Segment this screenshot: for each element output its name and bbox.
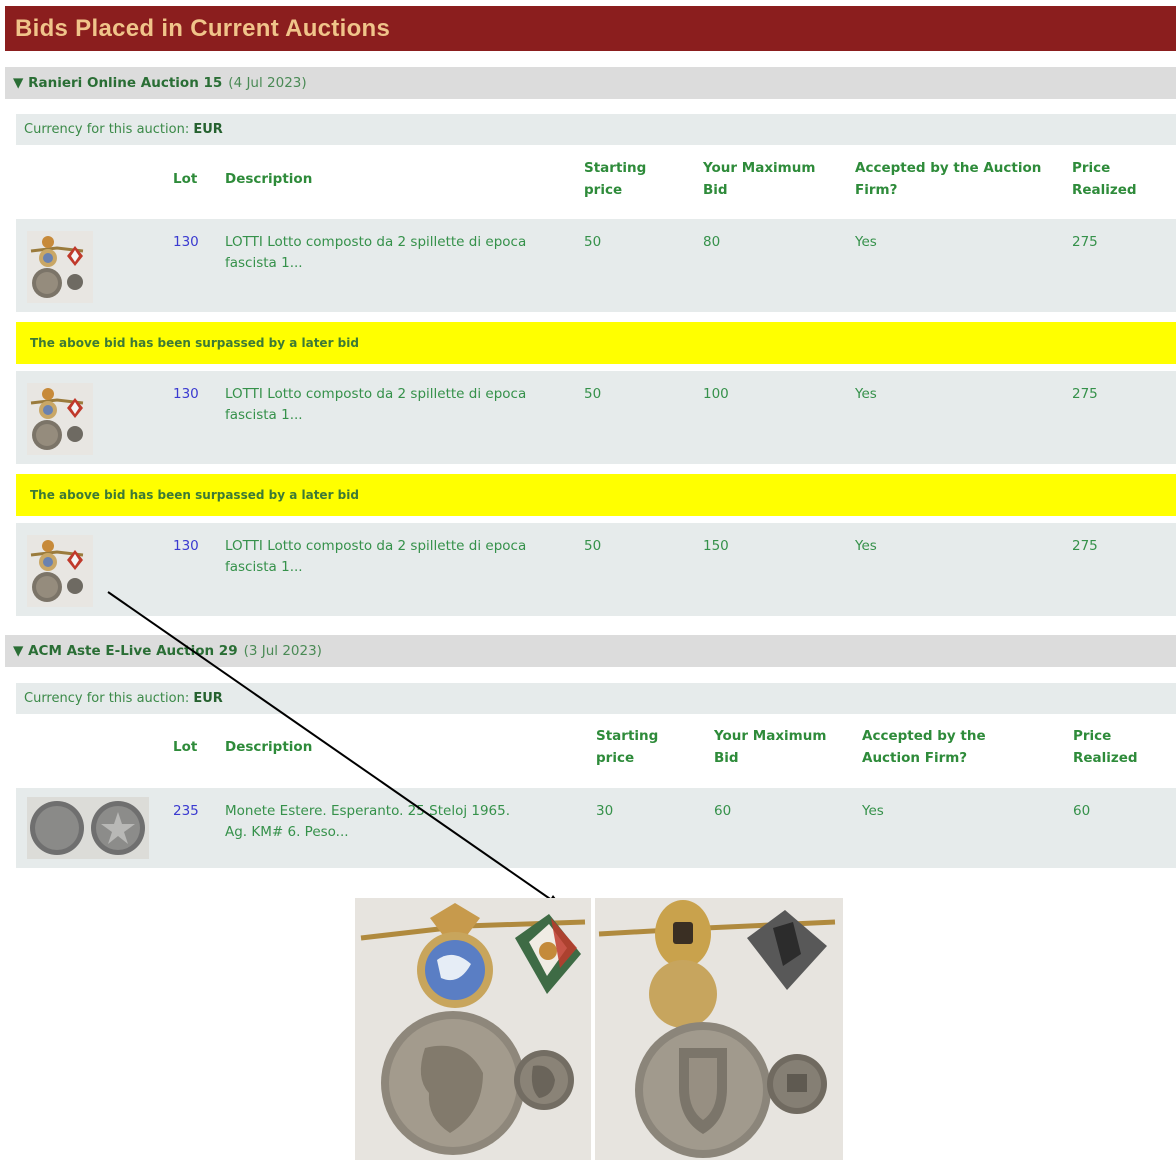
lot-image-back [595,898,843,1160]
lot-thumbnail[interactable] [27,535,93,607]
max-bid: 150 [703,538,729,554]
lot-thumbnail[interactable] [27,383,93,455]
bid-row: 130 LOTTI Lotto composto da 2 spillette … [16,219,1176,312]
currency-value: EUR [193,691,223,706]
surpassed-warning: The above bid has been surpassed by a la… [16,474,1176,516]
col-max-bid: Your Maximum Bid [703,160,816,198]
lot-link[interactable]: 130 [173,384,199,405]
bid-row: 235 Monete Estere. Esperanto. 25 Steloj … [16,788,1176,868]
currency-label: Currency for this auction: [24,691,190,706]
max-bid: 60 [714,803,732,819]
col-lot: Lot [173,171,198,187]
accepted: Yes [855,234,877,250]
currency-row: Currency for this auction: EUR [16,683,1176,714]
currency-value: EUR [193,122,223,137]
auction-name[interactable]: ▼ Ranieri Online Auction 15 [13,75,222,91]
auction-date: (4 Jul 2023) [228,75,307,91]
currency-row: Currency for this auction: EUR [16,114,1176,145]
auction-header-acm[interactable]: ▼ ACM Aste E-Live Auction 29 (3 Jul 2023) [5,635,1176,667]
page-title: Bids Placed in Current Auctions [15,15,391,42]
page-header: Bids Placed in Current Auctions [5,6,1176,51]
lot-description[interactable]: Monete Estere. Esperanto. 25 Steloj 1965… [225,801,510,843]
coin-thumbnail[interactable] [27,797,149,859]
price-realized: 275 [1072,234,1098,250]
lot-description[interactable]: LOTTI Lotto composto da 2 spillette di e… [225,232,526,274]
col-max-bid: Your Maximum Bid [714,728,827,766]
lot-link[interactable]: 130 [173,536,199,557]
starting-price: 30 [596,803,614,819]
col-price-realized: Price Realized [1073,728,1138,766]
col-accepted: Accepted by the Auction Firm? [855,160,1042,198]
price-realized: 275 [1072,538,1098,554]
max-bid: 80 [703,234,721,250]
surpassed-warning: The above bid has been surpassed by a la… [16,322,1176,364]
auction-date: (3 Jul 2023) [243,643,322,659]
lot-link[interactable]: 235 [173,801,199,822]
lot-link[interactable]: 130 [173,232,199,253]
price-realized: 60 [1073,803,1091,819]
col-lot: Lot [173,739,198,755]
lot-image-front [355,898,591,1160]
col-description: Description [225,171,313,187]
bid-row: 130 LOTTI Lotto composto da 2 spillette … [16,371,1176,464]
auction-header-ranieri[interactable]: ▼ Ranieri Online Auction 15 (4 Jul 2023) [5,67,1176,99]
auction-name[interactable]: ▼ ACM Aste E-Live Auction 29 [13,643,238,659]
accepted: Yes [855,538,877,554]
accepted: Yes [862,803,884,819]
lot-thumbnail[interactable] [27,231,93,303]
col-price-realized: Price Realized [1072,160,1137,198]
starting-price: 50 [584,386,602,402]
starting-price: 50 [584,538,602,554]
col-accepted: Accepted by the Auction Firm? [862,728,986,766]
col-starting-price: Starting price [596,728,659,766]
currency-label: Currency for this auction: [24,122,190,137]
price-realized: 275 [1072,386,1098,402]
starting-price: 50 [584,234,602,250]
lot-description[interactable]: LOTTI Lotto composto da 2 spillette di e… [225,384,526,426]
col-starting-price: Starting price [584,160,647,198]
bid-row: 130 LOTTI Lotto composto da 2 spillette … [16,523,1176,616]
max-bid: 100 [703,386,729,402]
accepted: Yes [855,386,877,402]
col-description: Description [225,739,313,755]
lot-description[interactable]: LOTTI Lotto composto da 2 spillette di e… [225,536,526,578]
